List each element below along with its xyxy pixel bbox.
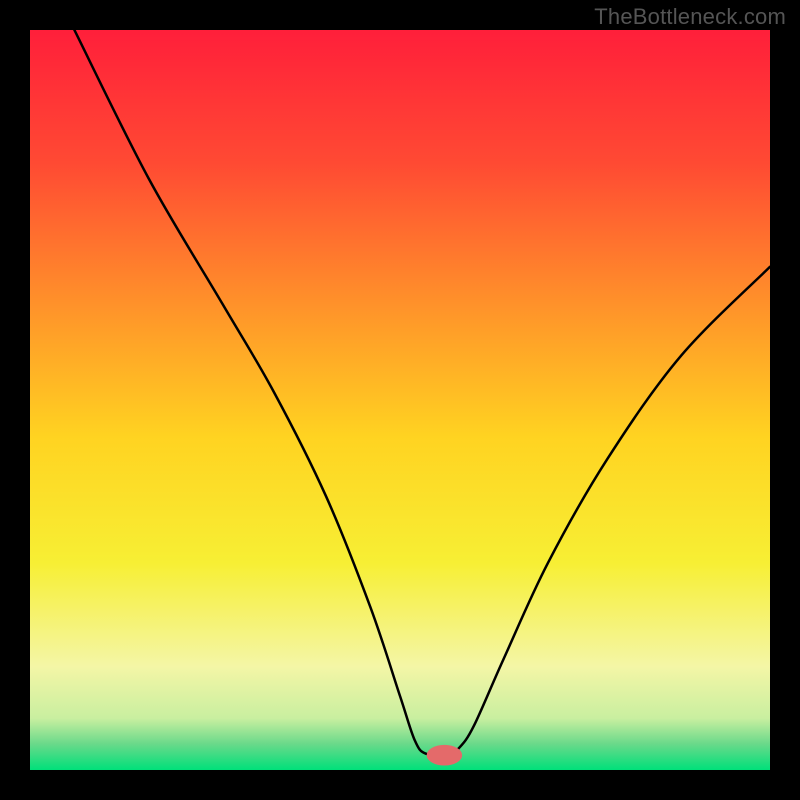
watermark-text: TheBottleneck.com (594, 4, 786, 30)
plot-svg (30, 30, 770, 770)
plot-area (30, 30, 770, 770)
optimal-point-marker (427, 745, 463, 766)
chart-frame: TheBottleneck.com (0, 0, 800, 800)
plot-background (30, 30, 770, 770)
